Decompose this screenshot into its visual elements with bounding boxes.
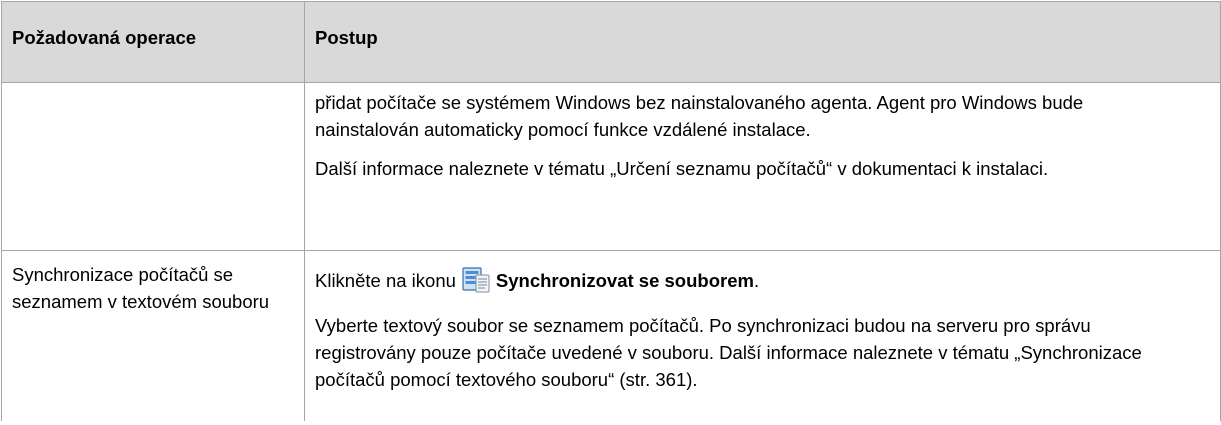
step-prefix: Klikněte na ikonu [315, 270, 456, 291]
table-header-row: Požadovaná operace Postup [1, 1, 1221, 83]
procedure-paragraph: přidat počítače se systémem Windows bez … [315, 92, 1084, 140]
sync-with-file-icon [462, 267, 490, 293]
operation-cell: Synchronizace počítačů se seznamem v tex… [1, 250, 305, 421]
operation-cell [1, 82, 305, 251]
step-action: Synchronizovat se souborem [495, 270, 754, 291]
procedure-paragraph: Vyberte textový soubor se seznamem počít… [315, 315, 1142, 390]
header-procedure: Postup [304, 1, 1221, 83]
procedure-table: Požadovaná operace Postup přidat počítač… [1, 1, 1221, 421]
sync-with-file-icon-graphic [462, 267, 490, 293]
procedure-cell: přidat počítače se systémem Windows bez … [304, 82, 1221, 251]
procedure-cell: Klikněte na ikonu Synchronizovat se soub… [304, 250, 1221, 421]
table-row: Synchronizace počítačů se seznamem v tex… [1, 250, 1221, 421]
procedure-paragraph: Další informace naleznete v tématu „Urče… [315, 158, 1049, 179]
procedure-step: Klikněte na ikonu Synchronizovat se soub… [315, 267, 1210, 294]
table-row: přidat počítače se systémem Windows bez … [1, 82, 1221, 251]
header-operation: Požadovaná operace [1, 1, 305, 83]
step-suffix: . [753, 270, 760, 291]
